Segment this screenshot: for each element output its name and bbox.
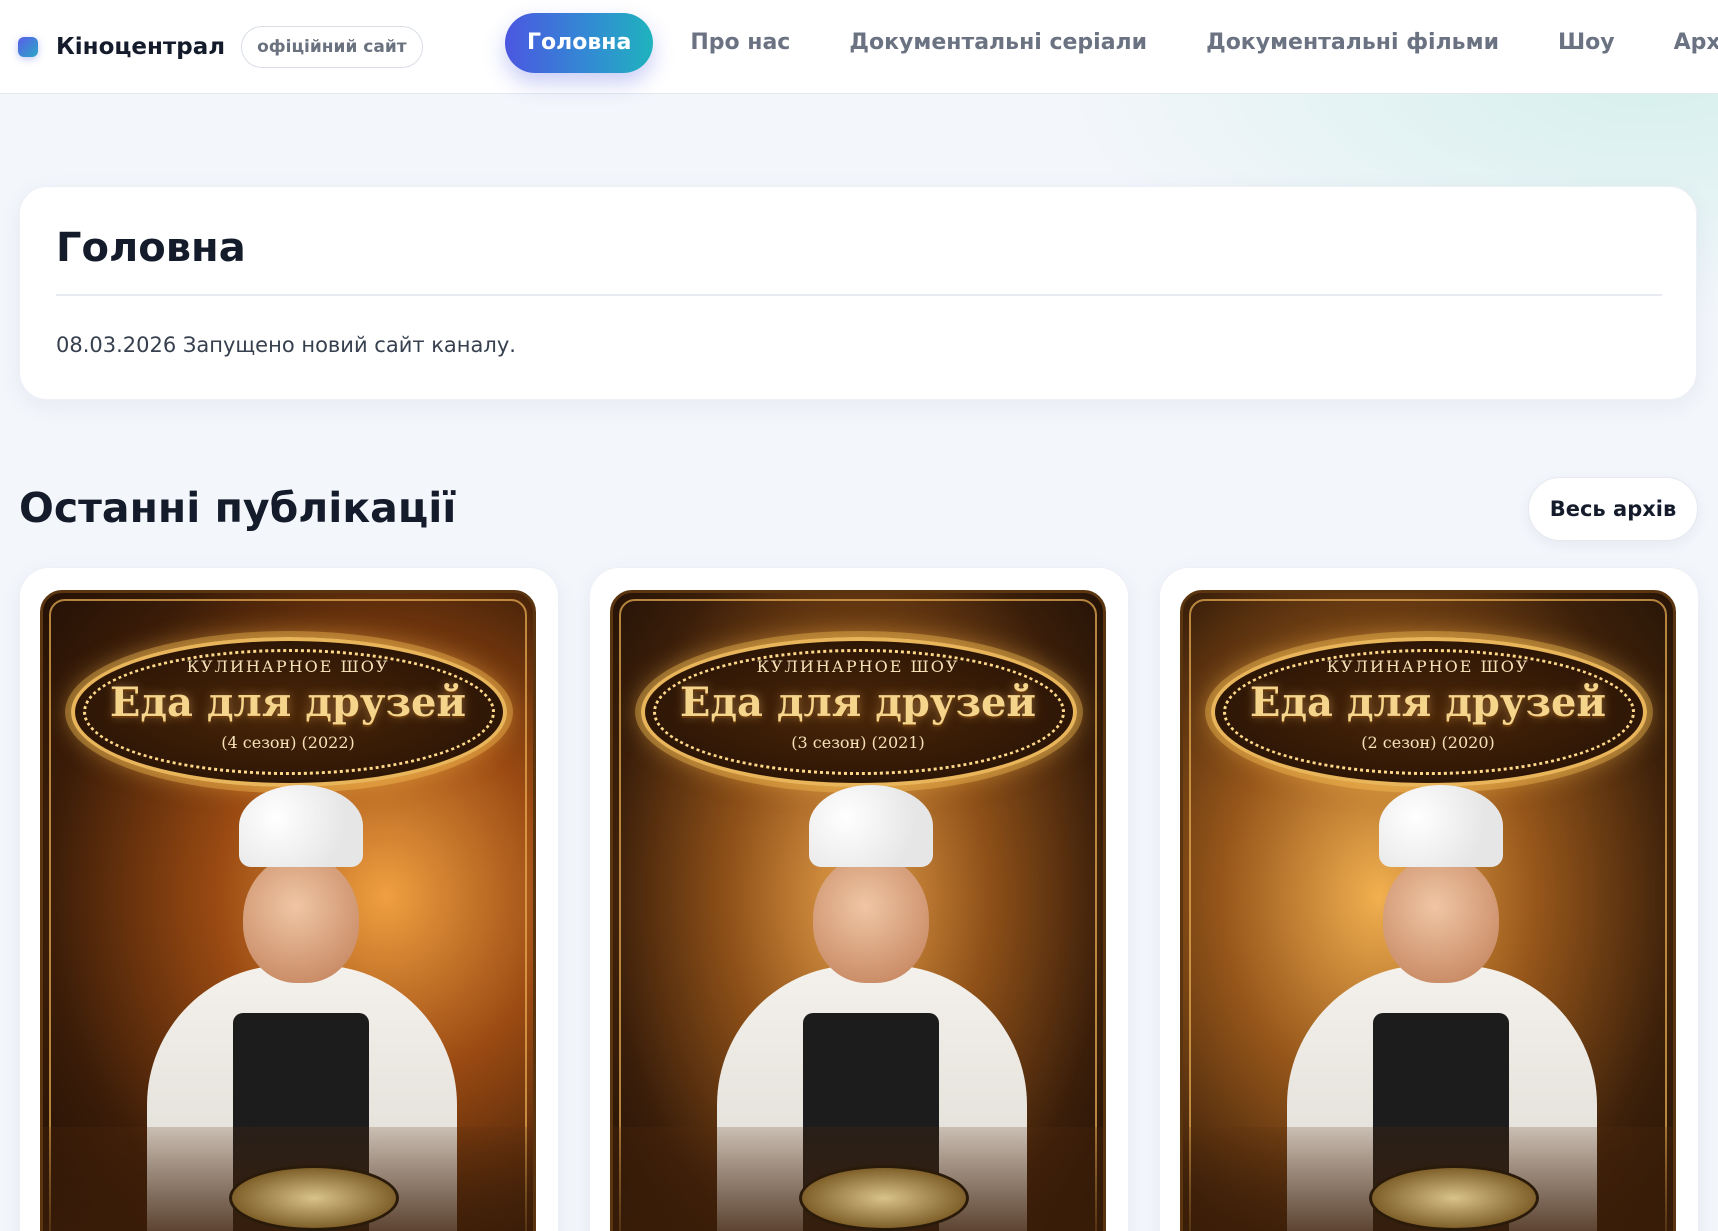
- divider: [56, 294, 1662, 296]
- publication-card[interactable]: КУЛИНАРНОЕ ШОУ Еда для друзей (3 сезон) …: [589, 567, 1129, 1231]
- poster-image[interactable]: КУЛИНАРНОЕ ШОУ Еда для друзей (4 сезон) …: [40, 590, 536, 1231]
- poster-kicker: КУЛИНАРНОЕ ШОУ: [756, 657, 960, 676]
- full-archive-button[interactable]: Весь архів: [1528, 477, 1698, 541]
- top-bar: Кіноцентрал офіційний сайт Головна Про н…: [0, 0, 1718, 94]
- chef-face: [1383, 855, 1499, 983]
- chef-face: [243, 855, 359, 983]
- announcement-text: 08.03.2026 Запущено новий сайт каналу.: [56, 333, 516, 357]
- page-title: Головна: [56, 225, 246, 271]
- nav-item-about[interactable]: Про нас: [668, 13, 812, 73]
- dish-bowl: [229, 1165, 399, 1231]
- nav-item-home[interactable]: Головна: [505, 13, 654, 73]
- nav-item-archive[interactable]: Архів: [1652, 13, 1718, 73]
- chef-face: [813, 855, 929, 983]
- publication-card[interactable]: КУЛИНАРНОЕ ШОУ Еда для друзей (4 сезон) …: [19, 567, 559, 1231]
- main-nav: Головна Про нас Документальні серіали До…: [505, 13, 1718, 73]
- nav-item-doc-films[interactable]: Документальні фільми: [1184, 13, 1521, 73]
- dish-pan: [1369, 1165, 1539, 1231]
- brand[interactable]: Кіноцентрал офіційний сайт: [18, 25, 423, 68]
- poster-image[interactable]: КУЛИНАРНОЕ ШОУ Еда для друзей (3 сезон) …: [610, 590, 1106, 1231]
- dish-pan: [799, 1165, 969, 1231]
- chef-hat-icon: [239, 785, 363, 867]
- nav-item-doc-series[interactable]: Документальні серіали: [827, 13, 1169, 73]
- logo-icon: [18, 36, 38, 57]
- official-site-badge: офіційний сайт: [241, 25, 423, 68]
- publication-card[interactable]: КУЛИНАРНОЕ ШОУ Еда для друзей (2 сезон) …: [1159, 567, 1699, 1231]
- poster-season: (4 сезон) (2022): [221, 733, 355, 752]
- chef-hat-icon: [1379, 785, 1503, 867]
- nav-item-shows[interactable]: Шоу: [1536, 13, 1637, 73]
- brand-name[interactable]: Кіноцентрал: [56, 34, 225, 60]
- poster-image[interactable]: КУЛИНАРНОЕ ШОУ Еда для друзей (2 сезон) …: [1180, 590, 1676, 1231]
- poster-title: Еда для друзей: [109, 679, 467, 726]
- poster-kicker: КУЛИНАРНОЕ ШОУ: [186, 657, 390, 676]
- poster-kicker: КУЛИНАРНОЕ ШОУ: [1326, 657, 1530, 676]
- poster-title: Еда для друзей: [1249, 679, 1607, 726]
- poster-season: (3 сезон) (2021): [791, 733, 925, 752]
- poster-title: Еда для друзей: [679, 679, 1037, 726]
- poster-season: (2 сезон) (2020): [1361, 733, 1495, 752]
- latest-publications-title: Останні публікації: [19, 484, 457, 532]
- chef-hat-icon: [809, 785, 933, 867]
- intro-card: Головна 08.03.2026 Запущено новий сайт к…: [19, 186, 1697, 400]
